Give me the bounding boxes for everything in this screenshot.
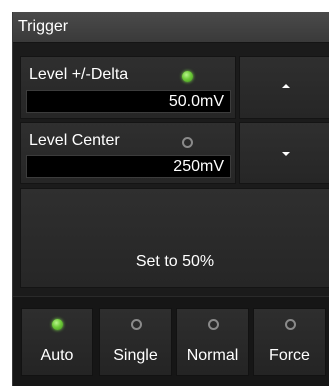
level-delta-button[interactable]: Level +/-Delta 50.0mV	[20, 56, 236, 119]
mode-force-indicator-icon	[284, 319, 296, 330]
level-delta-value: 50.0mV	[26, 90, 231, 113]
mode-force-button[interactable]: Force	[253, 308, 326, 376]
level-center-button[interactable]: Level Center 250mV	[20, 122, 236, 184]
mode-auto-label: Auto	[40, 347, 74, 364]
set-to-50-percent-button[interactable]: Set to 50%	[20, 188, 329, 288]
level-delta-label: Level +/-Delta	[29, 66, 129, 83]
screenshot-frame: Trigger Level +/-Delta 50.0mV Level Cent…	[0, 0, 329, 392]
panel-title: Trigger	[18, 18, 69, 35]
mode-normal-button[interactable]: Normal	[176, 308, 249, 376]
up-arrow-icon	[282, 84, 290, 88]
mode-normal-indicator-icon	[207, 319, 219, 330]
level-center-label: Level Center	[29, 132, 120, 149]
level-center-indicator-icon	[182, 137, 193, 148]
mode-force-label: Force	[269, 347, 310, 364]
decrement-button[interactable]	[239, 122, 329, 184]
mode-normal-label: Normal	[186, 347, 239, 364]
increment-button[interactable]	[239, 56, 329, 119]
mode-single-label: Single	[113, 347, 158, 364]
level-center-value: 250mV	[26, 155, 231, 178]
mode-auto-indicator-icon	[52, 319, 63, 330]
level-delta-indicator-icon	[182, 71, 193, 82]
down-arrow-icon	[282, 152, 290, 156]
panel-title-bar: Trigger	[13, 12, 329, 43]
mode-single-indicator-icon	[130, 319, 142, 330]
mode-auto-button[interactable]: Auto	[21, 308, 93, 376]
set-to-50-percent-label: Set to 50%	[135, 253, 215, 270]
mode-single-button[interactable]: Single	[99, 308, 172, 376]
trigger-panel: Trigger Level +/-Delta 50.0mV Level Cent…	[12, 12, 329, 386]
